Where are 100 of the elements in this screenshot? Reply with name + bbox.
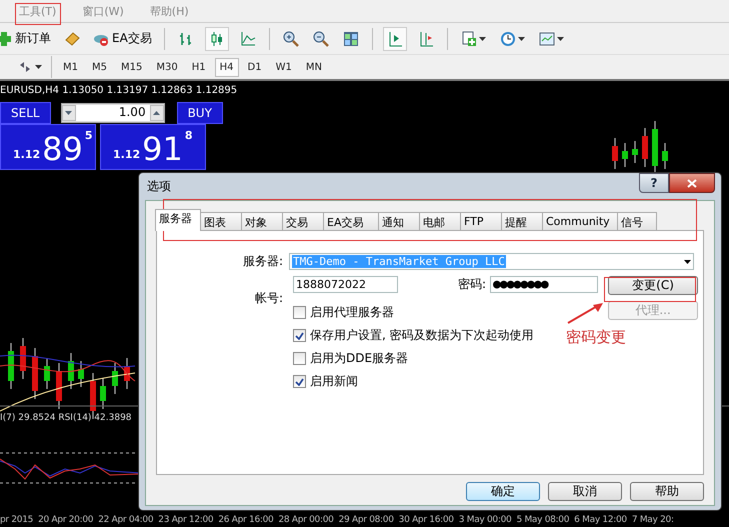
- check-icon: [295, 378, 304, 386]
- time-axis-label: 3 May 00:00: [458, 515, 512, 525]
- new-order-button[interactable]: 新订单: [0, 28, 53, 49]
- time-axis-label: 7 May 20:: [632, 515, 674, 525]
- time-axis-label: 20 Apr 20:00: [38, 515, 94, 525]
- candle: [56, 362, 62, 410]
- timeframe-button[interactable]: H1: [186, 58, 211, 76]
- candle: [20, 338, 26, 380]
- change-button[interactable]: 变更(C): [608, 276, 698, 295]
- candle: [100, 378, 106, 410]
- close-icon[interactable]: [687, 178, 697, 188]
- menu-highlight-box: [15, 3, 61, 25]
- window-grid-icon[interactable]: [342, 30, 359, 46]
- help-button[interactable]: ?: [639, 173, 669, 193]
- server-label: 服务器:: [242, 253, 284, 270]
- candle: [112, 362, 118, 394]
- annotation-text: 密码变更: [566, 328, 626, 347]
- timeframe-button[interactable]: M1: [58, 58, 83, 76]
- expert-trading-button[interactable]: EA交易: [91, 28, 154, 49]
- line-chart-icon[interactable]: [240, 30, 256, 46]
- checkbox-label: 启用代理服务器: [310, 304, 394, 321]
- timeframe-button[interactable]: D1: [242, 58, 267, 76]
- time-axis-label: 5 May 08:00: [516, 515, 570, 525]
- checkbox[interactable]: [293, 329, 306, 342]
- close-button[interactable]: [669, 173, 715, 193]
- dialog-title: 选项: [146, 178, 171, 195]
- tab[interactable]: 图表: [200, 212, 242, 231]
- candle: [612, 138, 618, 170]
- volume-field[interactable]: 1.00: [60, 103, 165, 123]
- timeframe-button[interactable]: W1: [270, 58, 297, 76]
- candlestick-icon[interactable]: [208, 30, 225, 46]
- candle: [622, 142, 628, 168]
- timeframe-button[interactable]: MN: [300, 58, 327, 76]
- candle: [8, 342, 14, 390]
- timeframe-button[interactable]: H4: [214, 58, 238, 76]
- dialog-button[interactable]: 取消: [548, 482, 622, 501]
- tab[interactable]: 信号: [617, 212, 657, 231]
- tab[interactable]: FTP: [460, 212, 502, 231]
- add-indicator-icon[interactable]: [460, 30, 477, 46]
- tab[interactable]: 服务器: [155, 209, 201, 231]
- time-axis-label: 30 Apr 16:00: [398, 515, 454, 525]
- zoom-in-icon[interactable]: [282, 30, 299, 46]
- candle: [662, 142, 668, 170]
- annotation-arrow: [566, 302, 604, 325]
- plus-icon[interactable]: [0, 30, 12, 46]
- time-axis-label: 29 Apr 08:00: [338, 515, 394, 525]
- dialog-button[interactable]: 确定: [466, 482, 540, 501]
- time-axis-label: 6 May 12:00: [574, 515, 627, 525]
- login-field[interactable]: 1888072022: [293, 276, 398, 293]
- caret-icon[interactable]: [518, 36, 525, 40]
- candle: [642, 128, 648, 168]
- candle: [44, 358, 50, 390]
- checkbox-label: 启用为DDE服务器: [310, 350, 408, 367]
- zoom-out-icon[interactable]: [312, 30, 329, 46]
- dropdown-arrow-icon[interactable]: [684, 260, 691, 264]
- login-label: 帐号:: [254, 290, 284, 306]
- sell-button[interactable]: SELL: [0, 102, 51, 124]
- up-arrow-icon[interactable]: [153, 111, 160, 115]
- checkbox[interactable]: [293, 375, 306, 388]
- timeframe-button[interactable]: M5: [87, 58, 112, 76]
- chart-symbol-header: EURUSD,H4 1.13050 1.13197 1.12863 1.12895: [0, 85, 238, 96]
- candle: [32, 348, 38, 400]
- candle: [78, 360, 84, 388]
- dialog-button[interactable]: 帮助: [630, 482, 704, 501]
- tab[interactable]: 交易: [282, 212, 324, 231]
- checkbox[interactable]: [293, 352, 306, 365]
- password-field[interactable]: ●●●●●●●●: [490, 276, 598, 293]
- tab[interactable]: 通知: [378, 212, 420, 231]
- tab[interactable]: Community: [542, 212, 618, 231]
- candle: [68, 352, 74, 390]
- time-axis-label: pr 2015: [0, 515, 34, 525]
- caret-icon[interactable]: [478, 36, 486, 40]
- checkbox-label: 启用新闻: [310, 373, 358, 390]
- checkbox[interactable]: [293, 306, 306, 319]
- auto-scroll-icon[interactable]: [386, 30, 403, 46]
- checkbox-label: 保存用户设置, 密码及数据为下次起动使用: [310, 327, 534, 344]
- caret-icon[interactable]: [35, 65, 42, 69]
- tab[interactable]: EA交易: [323, 212, 379, 231]
- time-axis-label: 22 Apr 04:00: [98, 515, 154, 525]
- tab[interactable]: 对象: [241, 212, 283, 231]
- check-icon: [295, 332, 304, 340]
- chart-shift-icon[interactable]: [418, 30, 434, 46]
- caret-icon[interactable]: [556, 36, 564, 40]
- indicator-label: I(7) 29.8524 RSI(14) 42.3898: [0, 413, 132, 423]
- candle: [632, 140, 638, 164]
- password-label: 密码:: [458, 276, 486, 293]
- timeframe-button[interactable]: M30: [151, 58, 183, 76]
- time-axis-label: 28 Apr 00:00: [278, 515, 334, 525]
- tab[interactable]: 电邮: [419, 212, 461, 231]
- template-icon[interactable]: [538, 30, 555, 46]
- candle: [90, 372, 96, 420]
- candle: [652, 120, 658, 174]
- bar-chart-icon[interactable]: [178, 30, 194, 46]
- buy-button[interactable]: BUY: [176, 102, 223, 124]
- time-axis-label: 23 Apr 12:00: [158, 515, 214, 525]
- tab[interactable]: 提醒: [501, 212, 543, 231]
- clock-icon[interactable]: [500, 30, 516, 46]
- down-arrow-icon[interactable]: [65, 111, 72, 115]
- time-axis-label: 26 Apr 16:00: [218, 515, 274, 525]
- timeframe-button[interactable]: M15: [116, 58, 148, 76]
